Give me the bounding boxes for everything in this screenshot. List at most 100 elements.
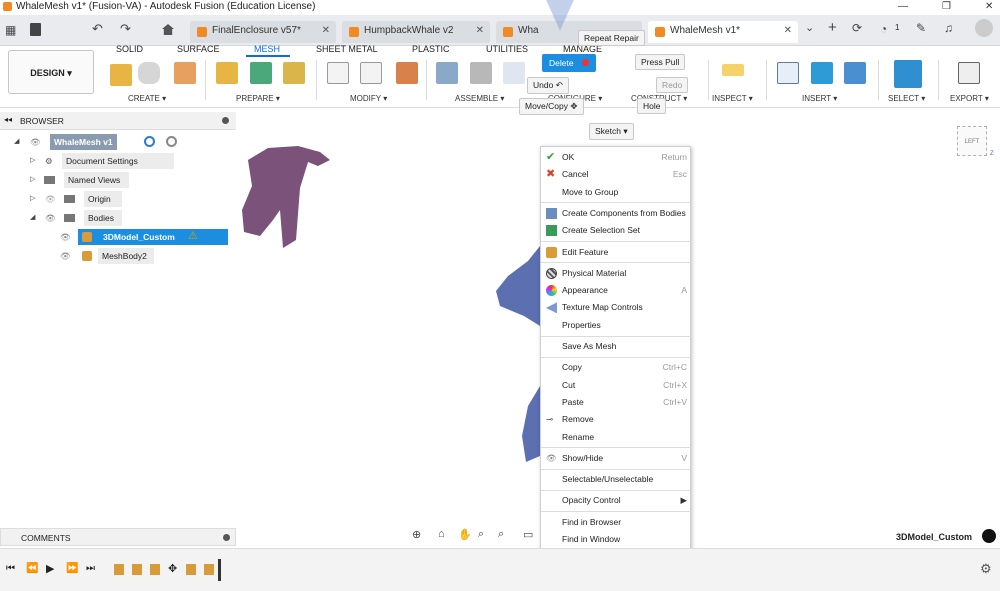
measure-icon[interactable] [722, 64, 744, 76]
tab-humpbackwhale[interactable]: HumpbackWhale v2 ✕ [342, 21, 490, 43]
job-status-icon[interactable]: ◔ [880, 22, 887, 36]
redo-button[interactable]: Redo [656, 77, 689, 93]
grid-menu-icon[interactable]: ▦ [5, 23, 16, 37]
move-copy-button[interactable]: Move/Copy ✥ [519, 98, 584, 115]
comments-panel[interactable]: COMMENTS [0, 528, 236, 546]
menu-item-cancel[interactable]: ✖ Cancel Esc [541, 166, 691, 183]
close-window-button[interactable]: ✕ [985, 1, 993, 12]
menu-item-paste[interactable]: Paste Ctrl+V [541, 394, 691, 411]
insert-mcmaster-icon[interactable] [811, 62, 833, 84]
menu-item-physical-material[interactable]: Physical Material [541, 265, 691, 282]
step-back-icon[interactable]: ⏪ [26, 563, 38, 574]
menu-item-move-to-group[interactable]: Move to Group [541, 184, 691, 201]
avatar[interactable] [975, 19, 993, 37]
radio-icon[interactable] [166, 136, 177, 147]
menu-item-ok[interactable]: ✔ OK Return [541, 149, 691, 166]
zoom-window-icon[interactable]: ⌕ [498, 528, 504, 541]
insert-mesh-icon[interactable] [174, 62, 196, 84]
browser-body-3dmodel[interactable]: 👁 3DModel_Custom ⚠ [58, 229, 228, 245]
insert-canvas-icon[interactable] [844, 62, 866, 84]
hole-button[interactable]: Hole [637, 98, 667, 114]
tab-mesh[interactable]: MESH [254, 44, 280, 54]
activate-icon[interactable] [144, 136, 155, 147]
menu-item-selectable-unselectable[interactable]: Selectable/Unselectable [541, 471, 691, 488]
menu-item-show-hide[interactable]: 👁 Show/Hide V [541, 450, 691, 467]
eye-icon[interactable]: 👁 [60, 229, 71, 245]
tab-solid[interactable]: SOLID [116, 44, 143, 54]
menu-item-save-as-mesh[interactable]: Save As Mesh [541, 338, 691, 355]
group-select[interactable]: SELECT ▾ [888, 94, 925, 103]
eye-icon[interactable]: 👁 [60, 248, 71, 264]
tab-whalemesh[interactable]: WhaleMesh v1* ✕ [648, 21, 798, 43]
menu-item-properties[interactable]: Properties [541, 317, 691, 334]
repeat-repair-button[interactable]: Repeat Repair [578, 30, 645, 46]
undo-icon[interactable]: ↶ [92, 21, 103, 37]
view-cube[interactable]: LEFT [957, 126, 987, 156]
feature-icon[interactable] [150, 564, 160, 575]
group-export[interactable]: EXPORT ▾ [950, 94, 989, 103]
export-icon[interactable] [958, 62, 980, 84]
delete-button[interactable]: Delete [542, 54, 596, 72]
go-to-end-icon[interactable]: ⏭ [86, 563, 95, 574]
maximize-button[interactable]: ❐ [942, 1, 951, 12]
shell-icon[interactable] [396, 62, 418, 84]
expand-icon[interactable]: ▷ [30, 191, 35, 207]
step-forward-icon[interactable]: ⏩ [66, 563, 78, 574]
close-tab-icon[interactable]: ✕ [784, 25, 792, 36]
joint-icon[interactable] [470, 62, 492, 84]
browser-root[interactable]: ◢ 👁 WhaleMesh v1 [14, 134, 224, 150]
tab-sheet-metal[interactable]: SHEET METAL [316, 44, 378, 54]
group-insert[interactable]: INSERT ▾ [802, 94, 837, 103]
pin-icon[interactable] [222, 117, 229, 124]
generate-faces-icon[interactable] [283, 62, 305, 84]
new-component-icon[interactable] [436, 62, 458, 84]
expand-icon[interactable]: ▷ [30, 172, 35, 188]
mesh-body-purple[interactable] [238, 140, 338, 255]
separate-icon[interactable] [360, 62, 382, 84]
timeline-marker[interactable] [218, 559, 221, 581]
menu-item-texture-map-controls[interactable]: Texture Map Controls [541, 299, 691, 316]
browser-header[interactable]: ◂◂ BROWSER [0, 112, 236, 130]
insert-derive-icon[interactable] [777, 62, 799, 84]
expand-icon[interactable]: ◢ [14, 134, 19, 150]
table-icon[interactable] [503, 62, 525, 84]
expand-icon[interactable]: ◢ [30, 210, 35, 226]
tessellate-icon[interactable] [138, 62, 160, 84]
menu-item-find-in-window[interactable]: Find in Window [541, 531, 691, 548]
extensions-icon[interactable]: ✎ [916, 21, 926, 35]
selection-filter-icon[interactable] [982, 529, 996, 543]
menu-item-appearance[interactable]: Appearance A [541, 282, 691, 299]
look-at-icon[interactable]: ⌂ [438, 528, 445, 540]
play-icon[interactable]: ▶ [46, 562, 54, 575]
undo-button[interactable]: Undo ↶ [527, 77, 569, 94]
menu-item-remove[interactable]: ⊸ Remove [541, 411, 691, 428]
sketch-button[interactable]: Sketch ▾ [589, 123, 634, 140]
pin-icon[interactable] [223, 534, 230, 541]
menu-item-find-in-browser[interactable]: Find in Browser [541, 514, 691, 531]
repair-icon[interactable] [216, 62, 238, 84]
plane-cut-icon[interactable] [327, 62, 349, 84]
menu-item-opacity-control[interactable]: Opacity Control ▶ [541, 492, 691, 509]
menu-item-create-selection-set[interactable]: Create Selection Set [541, 222, 691, 239]
group-modify[interactable]: MODIFY ▾ [350, 94, 387, 103]
menu-item-edit-feature[interactable]: Edit Feature [541, 244, 691, 261]
menu-item-rename[interactable]: Rename [541, 429, 691, 446]
menu-item-cut[interactable]: Cut Ctrl+X [541, 377, 691, 394]
eye-icon[interactable]: 👁 [45, 210, 56, 226]
home-icon[interactable] [162, 24, 174, 35]
go-to-start-icon[interactable]: ⏮ [6, 563, 15, 574]
feature-icon[interactable] [204, 564, 214, 575]
move-feature-icon[interactable]: ✥ [168, 562, 177, 575]
tab-surface[interactable]: SURFACE [177, 44, 220, 54]
menu-item-create-components-from-bodies[interactable]: Create Components from Bodies [541, 205, 691, 222]
feature-icon[interactable] [132, 564, 142, 575]
timeline-settings-icon[interactable]: ⚙ [980, 561, 992, 577]
eye-hidden-icon[interactable]: 👁 [45, 191, 56, 207]
workspace-switcher[interactable]: DESIGN ▾ [8, 50, 94, 94]
group-assemble[interactable]: ASSEMBLE ▾ [455, 94, 504, 103]
group-create[interactable]: CREATE ▾ [128, 94, 166, 103]
remesh-icon[interactable] [250, 62, 272, 84]
expand-icon[interactable]: ▷ [30, 153, 35, 169]
tab-utilities[interactable]: UTILITIES [486, 44, 528, 54]
select-icon[interactable] [894, 60, 922, 88]
